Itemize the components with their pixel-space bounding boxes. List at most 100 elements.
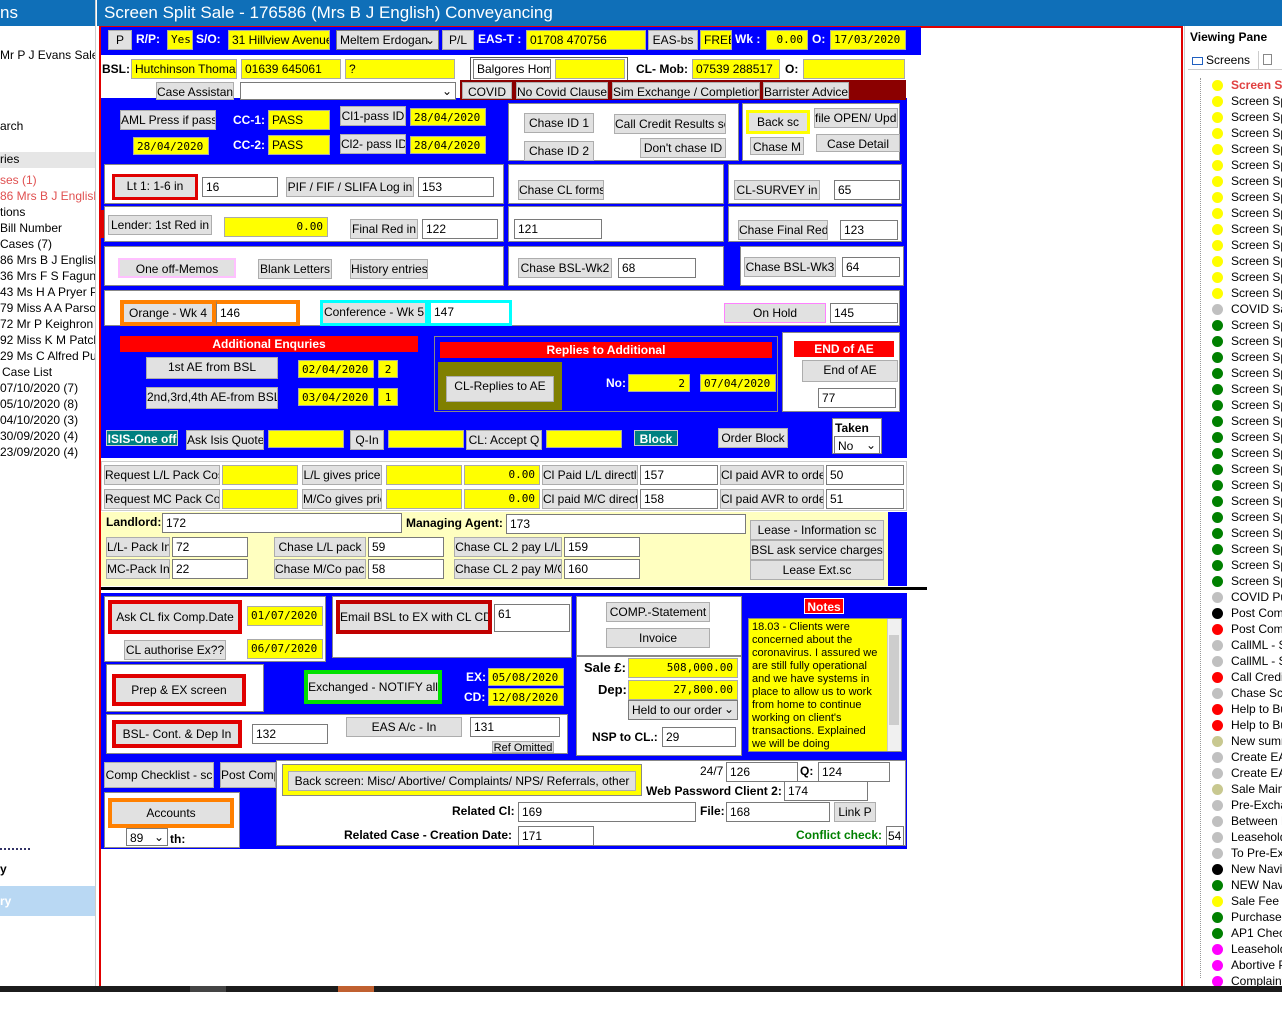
viewing-pane-item[interactable]: Post Comp [1231, 622, 1282, 636]
ll-gives-field[interactable] [386, 465, 462, 485]
viewing-pane-item[interactable]: AP1 Check [1231, 926, 1282, 940]
viewing-pane-item[interactable]: New Navig [1231, 862, 1282, 876]
bsl-cont-button[interactable]: BSL- Cont. & Dep In [112, 720, 242, 748]
cl-replies-button[interactable]: CL-Replies to AE [446, 376, 554, 402]
viewing-pane-item[interactable]: Screen Spl [1231, 318, 1282, 332]
chase-m-button[interactable]: Chase M [750, 137, 804, 155]
bsl-field[interactable]: Hutchinson Thomas [131, 59, 237, 79]
lender-button[interactable]: Lender: 1st Red in [108, 215, 212, 235]
viewing-pane-item[interactable]: Screen Spl [1231, 398, 1282, 412]
chase-id2-button[interactable]: Chase ID 2 [524, 141, 594, 161]
cl-authorise-date[interactable]: 06/07/2020 [247, 639, 323, 659]
req-mc-field[interactable] [222, 489, 298, 509]
file-field[interactable]: 168 [726, 802, 830, 822]
sidebar-bottom-2[interactable]: ry [0, 886, 95, 916]
pl-button[interactable]: P/L [442, 30, 474, 50]
aml-button[interactable]: AML Press if pass [120, 110, 216, 130]
req-ll-field[interactable] [222, 465, 298, 485]
call-credit-button[interactable]: Call Credit Results sc [614, 114, 726, 134]
bsl-phone[interactable]: 01639 645061 [241, 59, 341, 79]
sidebar-item[interactable]: 36 Mrs F S Fagunle [0, 269, 95, 283]
viewing-pane-item[interactable]: COVID Sal [1231, 302, 1282, 316]
cl1-date[interactable]: 28/04/2020 [410, 108, 486, 126]
viewing-pane-item[interactable]: Sale Fee E [1231, 894, 1282, 908]
cl1-pass-button[interactable]: Cl1-pass ID [340, 106, 406, 126]
ask-isis-button[interactable]: Ask Isis Quote [186, 430, 264, 450]
invoice-button[interactable]: Invoice [606, 628, 710, 648]
post-comp-button[interactable]: Post Comp [220, 762, 276, 788]
chase-bsl-wk2-button[interactable]: Chase BSL-Wk2 [518, 258, 612, 278]
sidebar-item[interactable]: 92 Miss K M Patche [0, 333, 95, 347]
req-ll-button[interactable]: Request L/L Pack Cost [104, 465, 220, 485]
viewing-pane-item[interactable]: To Pre-Exc [1231, 846, 1282, 860]
lt1-button[interactable]: Lt 1: 1-6 in [112, 174, 198, 200]
viewing-pane-item[interactable]: Screen Spl [1231, 574, 1282, 588]
dont-chase-button[interactable]: Don't chase ID [640, 138, 726, 158]
first-ae-date[interactable]: 02/04/2020 [298, 360, 374, 378]
conflict-field[interactable]: 54 [886, 826, 904, 846]
order-block-button[interactable]: Order Block [718, 428, 788, 448]
viewing-pane-item[interactable]: Screen Spl [1231, 510, 1282, 524]
bsl-cont-field[interactable]: 132 [252, 724, 328, 744]
sidebar-item[interactable]: 79 Miss A A Parsons [0, 301, 95, 315]
chase-cl2-mc-button[interactable]: Chase CL 2 pay M/Co [454, 559, 562, 579]
first-ae-count[interactable]: 2 [378, 360, 398, 378]
lease-ext-button[interactable]: Lease Ext.sc [750, 560, 884, 580]
web-password-field[interactable]: 174 [784, 781, 868, 801]
email-bsl-field[interactable]: 61 [494, 604, 570, 632]
mc-pack-button[interactable]: MC-Pack In [106, 559, 170, 579]
ll-pack-field[interactable]: 72 [172, 537, 248, 557]
one-off-memos-button[interactable]: One off-Memos [118, 258, 236, 278]
cl-paid-ll-field[interactable]: 157 [640, 465, 718, 485]
notes-scroll-thumb[interactable] [889, 635, 899, 725]
viewing-pane-item[interactable]: Screen Spl [1231, 206, 1282, 220]
lease-info-button[interactable]: Lease - Information sc [750, 520, 884, 540]
chase-cl-forms-button[interactable]: Chase CL forms [518, 180, 604, 200]
dep-field[interactable]: 27,800.00 [628, 680, 738, 700]
chase-cl2-ll-field[interactable]: 159 [564, 537, 640, 557]
sidebar-item[interactable]: 23/09/2020 (4) [0, 445, 78, 459]
history-button[interactable]: History entries [350, 259, 428, 279]
no-covid-button[interactable]: No Covid Clause [516, 82, 608, 99]
end-ae-field[interactable]: 77 [818, 388, 896, 408]
cc1-field[interactable]: PASS [268, 110, 330, 130]
so-field[interactable]: 31 Hillview AvenueH [228, 30, 330, 50]
chase-mc-pack-button[interactable]: Chase M/Co pack [274, 559, 366, 579]
viewing-pane-item[interactable]: CallML - Se [1231, 654, 1282, 668]
file-open-button[interactable]: file OPEN/ Upda [814, 108, 898, 128]
accounts-button[interactable]: Accounts [108, 798, 234, 828]
comp-checklist-button[interactable]: Comp Checklist - sc [104, 762, 214, 788]
sidebar-item[interactable]: Bill Number [0, 221, 62, 235]
related-case-field[interactable]: 171 [518, 826, 594, 846]
east-field[interactable]: 01708 470756 [526, 30, 646, 50]
viewing-pane-item[interactable]: Screen Spl [1231, 270, 1282, 284]
pif-button[interactable]: PIF / FIF / SLIFA Log in [286, 177, 414, 197]
prep-ex-button[interactable]: Prep & EX screen [112, 674, 246, 706]
related-cl-field[interactable]: 169 [518, 802, 696, 822]
viewing-pane-item[interactable]: Screen Spl [1231, 222, 1282, 236]
ll-gives-button[interactable]: L/L gives price [302, 465, 382, 485]
easbs-button[interactable]: EAS-bs [648, 30, 698, 50]
final-red-field[interactable]: 122 [422, 219, 498, 239]
cl-authorise-button[interactable]: CL authorise Ex?? [124, 640, 226, 660]
cl-accept-field[interactable] [546, 430, 622, 448]
isis-button[interactable]: ISIS-One off [106, 430, 178, 446]
cl-paid-avr1-button[interactable]: Cl paid AVR to order [720, 465, 824, 485]
cl-paid-avr2-field[interactable]: 51 [826, 489, 904, 509]
viewing-pane-item[interactable]: Between E [1231, 814, 1282, 828]
ll-value-field[interactable]: 0.00 [464, 465, 540, 485]
viewing-pane-item[interactable]: Screen Spl [1231, 446, 1282, 460]
sim-exchange-button[interactable]: Sim Exchange / Completion [612, 82, 760, 99]
viewing-pane-item[interactable]: Screen Spl [1231, 110, 1282, 124]
landlord-field[interactable]: 172 [162, 513, 402, 533]
notes-box[interactable]: 18.03 - Clients were concerned about the… [748, 618, 902, 752]
link-p-button[interactable]: Link P [834, 802, 876, 822]
nsp-field[interactable]: 29 [662, 727, 736, 747]
back-sc-button[interactable]: Back sc [746, 110, 810, 134]
cl-survey-field[interactable]: 65 [834, 180, 900, 200]
sidebar-item[interactable]: 86 Mrs B J English S [0, 253, 95, 267]
viewing-pane-item[interactable]: Screen Spl [1231, 190, 1282, 204]
bsl-ask-button[interactable]: BSL ask service charges [750, 540, 884, 560]
no-date[interactable]: 07/04/2020 [700, 374, 776, 392]
viewing-pane-item[interactable]: Leasehold [1231, 830, 1282, 844]
